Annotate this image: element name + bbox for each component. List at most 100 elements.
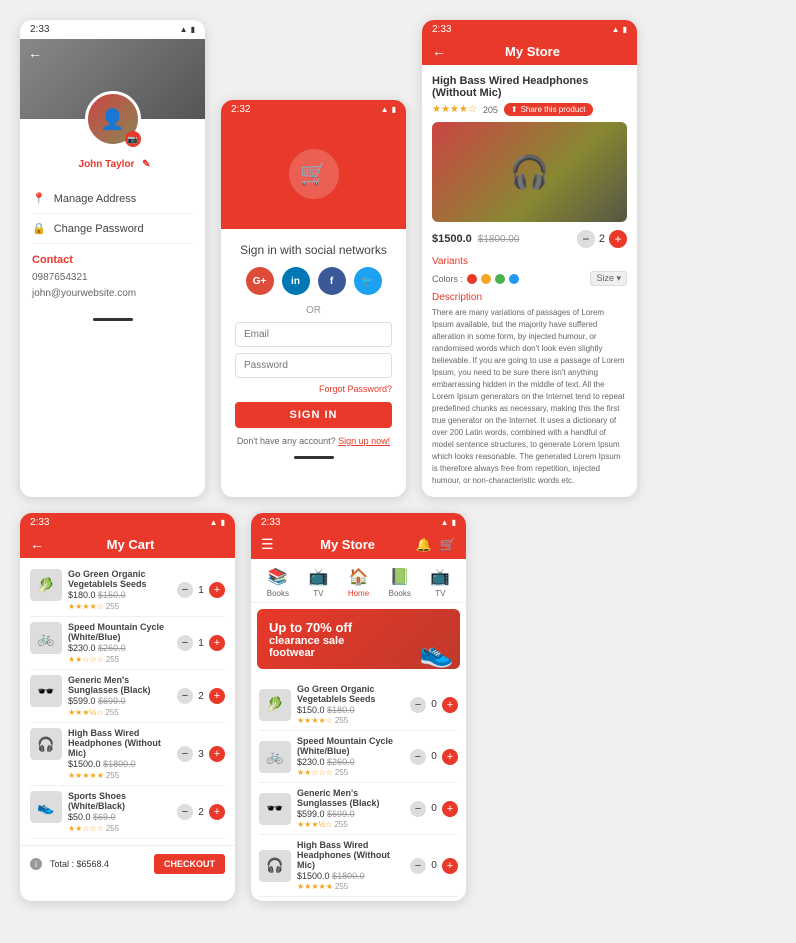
- item-image-1: 🥬: [30, 569, 62, 601]
- time-cart: 2:33: [30, 517, 49, 528]
- promo-banner: Up to 70% off clearance sale footwear 👟: [257, 609, 460, 669]
- item-info-4: High Bass Wired Headphones (Without Mic)…: [68, 728, 171, 780]
- category-books-1[interactable]: 📚 Books: [267, 567, 289, 598]
- quantity-control: − 2 +: [577, 230, 627, 248]
- category-books-2[interactable]: 📗 Books: [389, 567, 411, 598]
- color-green[interactable]: [495, 274, 505, 284]
- store-item: 🕶️ Generic Men's Sunglasses (Black) $599…: [259, 783, 458, 835]
- item-increment-1[interactable]: +: [209, 582, 225, 598]
- cart-title: My Cart: [52, 537, 209, 552]
- status-bar-store: 2:33: [251, 513, 466, 532]
- cart-item: 👟 Sports Shoes (White/Black) $50.0 $69.0…: [30, 786, 225, 839]
- color-red[interactable]: [467, 274, 477, 284]
- edit-icon[interactable]: ✎: [142, 159, 150, 170]
- item-prices-1: $180.0 $150.0: [68, 590, 171, 600]
- item-rating-1: ★★★★☆ 255: [68, 602, 171, 611]
- item-decrement-3[interactable]: −: [177, 688, 193, 704]
- item-increment-3[interactable]: +: [209, 688, 225, 704]
- cart-icon-store[interactable]: 🛒: [440, 537, 456, 553]
- forgot-password-link[interactable]: Forgot Password?: [235, 384, 392, 394]
- store-increment-2[interactable]: +: [442, 749, 458, 765]
- decrement-button[interactable]: −: [577, 230, 595, 248]
- colors-row: Colors : Size ▾: [432, 271, 627, 286]
- store-increment-1[interactable]: +: [442, 697, 458, 713]
- category-tv-2[interactable]: 📺 TV: [430, 567, 450, 598]
- rating-count: 205: [483, 105, 498, 115]
- store-decrement-2[interactable]: −: [410, 749, 426, 765]
- google-signin-button[interactable]: G+: [246, 267, 274, 295]
- cart-header: ← My Cart: [20, 532, 235, 558]
- status-bar-profile: 2:33: [20, 20, 205, 39]
- home-icon: 🏠: [349, 567, 369, 587]
- increment-button[interactable]: +: [609, 230, 627, 248]
- time-store: 2:33: [261, 517, 280, 528]
- email-input[interactable]: [235, 322, 392, 347]
- product-stars: ★★★★☆: [432, 104, 477, 115]
- store-items-list: 🥬 Go Green Organic Vegetablels Seeds $15…: [251, 675, 466, 901]
- checkout-button[interactable]: CHECKOUT: [154, 854, 225, 874]
- color-orange[interactable]: [481, 274, 491, 284]
- bell-icon[interactable]: 🔔: [416, 537, 432, 553]
- size-dropdown[interactable]: Size ▾: [590, 271, 627, 286]
- store-item-rating-2: ★★☆☆☆ 255: [297, 768, 404, 777]
- item-increment-5[interactable]: +: [209, 804, 225, 820]
- facebook-signin-button[interactable]: f: [318, 267, 346, 295]
- signin-body: Sign in with social networks G+ in f 🐦 O…: [221, 229, 406, 473]
- product-price-old: $1800.00: [478, 234, 520, 245]
- twitter-signin-button[interactable]: 🐦: [354, 267, 382, 295]
- store-decrement-4[interactable]: −: [410, 858, 426, 874]
- back-button-cart[interactable]: ←: [30, 536, 44, 552]
- back-button-product[interactable]: ←: [432, 43, 446, 59]
- colors-label: Colors :: [432, 274, 463, 284]
- profile-name: John Taylor ✎: [32, 155, 193, 170]
- store-qty-2: − 0 +: [410, 749, 458, 765]
- categories-row: 📚 Books 📺 TV 🏠 Home 📗 Books 📺 TV: [251, 559, 466, 603]
- camera-icon[interactable]: 📷: [125, 131, 141, 147]
- password-input[interactable]: [235, 353, 392, 378]
- item-info-2: Speed Mountain Cycle (White/Blue) $230.0…: [68, 622, 171, 664]
- product-price-row: $1500.0 $1800.00 − 2 +: [432, 230, 627, 248]
- item-decrement-1[interactable]: −: [177, 582, 193, 598]
- item-decrement-5[interactable]: −: [177, 804, 193, 820]
- wifi-icon-product: [612, 24, 620, 35]
- product-price-current: $1500.0: [432, 233, 472, 245]
- time-profile: 2:33: [30, 24, 49, 35]
- linkedin-signin-button[interactable]: in: [282, 267, 310, 295]
- status-bar-signin: 2:32: [221, 100, 406, 119]
- item-rating-3: ★★★½☆ 255: [68, 708, 171, 717]
- item-decrement-4[interactable]: −: [177, 746, 193, 762]
- cart-item: 🕶️ Generic Men's Sunglasses (Black) $599…: [30, 670, 225, 723]
- back-button[interactable]: ←: [28, 45, 42, 61]
- store-qty-num-2: 0: [429, 751, 439, 762]
- description-text: There are many variations of passages of…: [432, 307, 627, 487]
- change-password-item[interactable]: 🔒 Change Password: [32, 214, 193, 244]
- item-increment-2[interactable]: +: [209, 635, 225, 651]
- tv-icon-1: 📺: [308, 567, 328, 587]
- signin-title: Sign in with social networks: [235, 243, 392, 257]
- store-decrement-3[interactable]: −: [410, 801, 426, 817]
- store-increment-4[interactable]: +: [442, 858, 458, 874]
- store-item-info-2: Speed Mountain Cycle (White/Blue) $230.0…: [297, 736, 404, 777]
- signin-button[interactable]: SIGN IN: [235, 402, 392, 428]
- store-item-image-4: 🎧: [259, 850, 291, 882]
- battery-icon-store: [452, 517, 456, 528]
- store-item-rating-1: ★★★★☆ 255: [297, 716, 404, 725]
- item-decrement-2[interactable]: −: [177, 635, 193, 651]
- category-tv-1[interactable]: 📺 TV: [308, 567, 328, 598]
- contact-section: Contact 0987654321 john@yourwebsite.com: [32, 244, 193, 308]
- item-name-5: Sports Shoes (White/Black): [68, 791, 171, 811]
- store-decrement-1[interactable]: −: [410, 697, 426, 713]
- signup-link[interactable]: Sign up now!: [338, 436, 390, 446]
- books-icon-1: 📚: [268, 567, 288, 587]
- item-info-1: Go Green Organic Vegetablels Seeds $180.…: [68, 569, 171, 611]
- item-increment-4[interactable]: +: [209, 746, 225, 762]
- manage-address-item[interactable]: 📍 Manage Address: [32, 184, 193, 214]
- share-button[interactable]: ⬆ Share this product: [504, 103, 593, 116]
- color-blue[interactable]: [509, 274, 519, 284]
- store-increment-3[interactable]: +: [442, 801, 458, 817]
- store-item-info-3: Generic Men's Sunglasses (Black) $599.0 …: [297, 788, 404, 829]
- status-bar-cart: 2:33: [20, 513, 235, 532]
- hamburger-icon[interactable]: ☰: [261, 536, 274, 553]
- books-icon-2: 📗: [390, 567, 410, 587]
- category-home[interactable]: 🏠 Home: [348, 567, 369, 598]
